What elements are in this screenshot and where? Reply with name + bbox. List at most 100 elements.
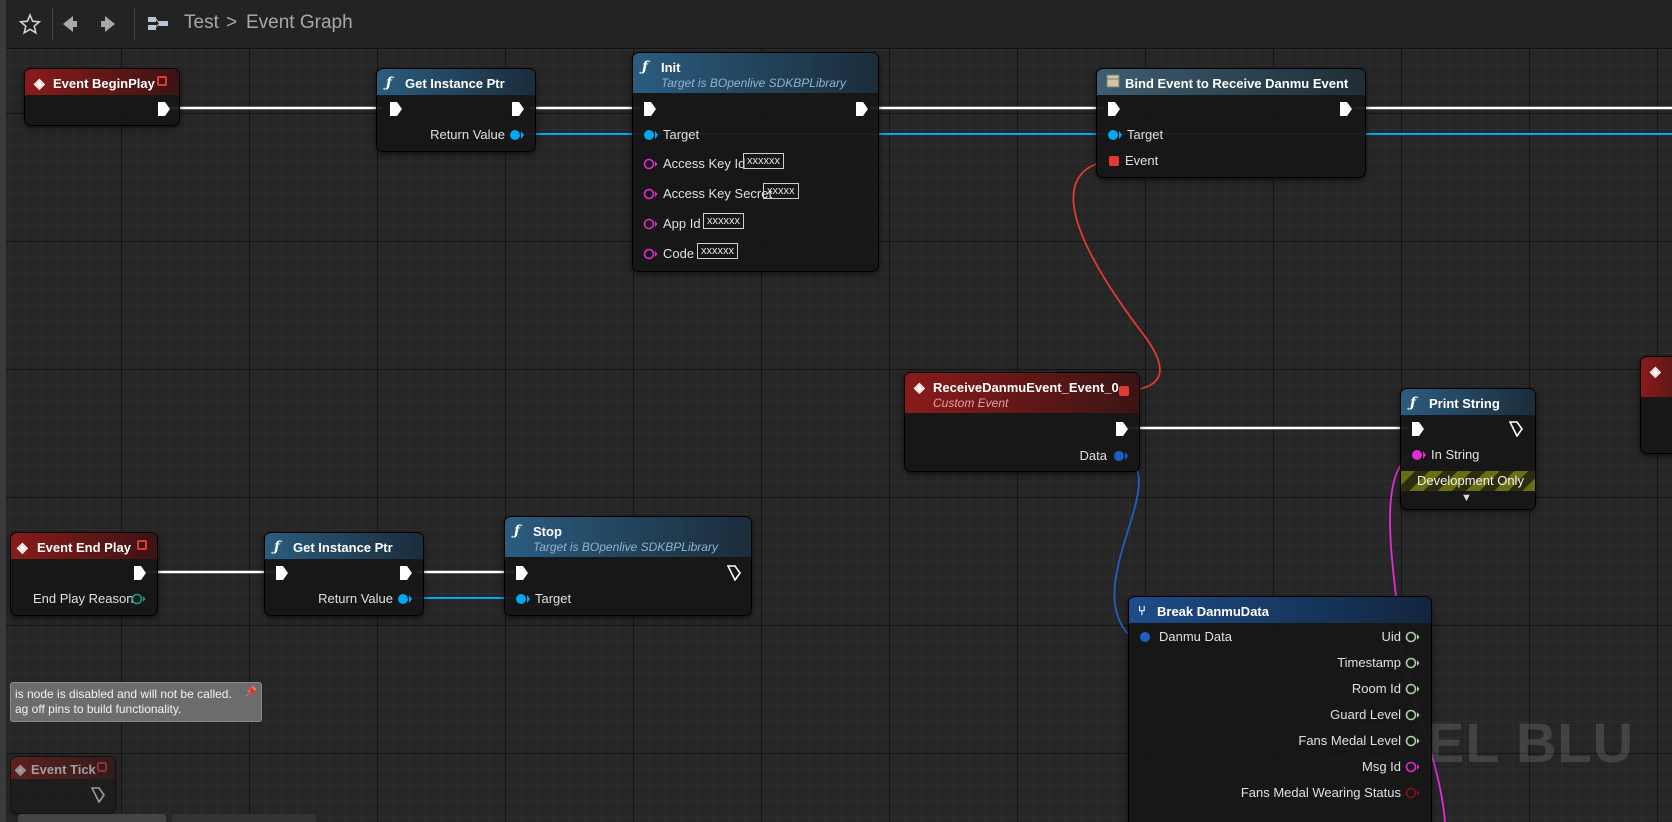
node-init[interactable]: ƒ Init Target is BOpenlive SDKBPLibrary … — [632, 52, 879, 272]
target-in-pin[interactable] — [515, 592, 531, 606]
target-in-pin[interactable] — [643, 128, 659, 142]
object-out-pin[interactable] — [509, 128, 525, 142]
exec-in-pin[interactable] — [389, 101, 403, 117]
exec-out-pin[interactable] — [727, 565, 741, 581]
exec-in-pin[interactable] — [515, 565, 529, 581]
node-event-beginplay[interactable]: ◈ Event BeginPlay — [24, 68, 180, 126]
node-header: ◈ ReceiveDanmuEvent_Event_0 Custom Event — [905, 373, 1139, 413]
node-get-instance-ptr-2[interactable]: ƒ Get Instance Ptr Return Value — [264, 532, 424, 616]
pin-label: Return Value — [430, 127, 505, 142]
access-key-secret-field[interactable]: xxxxx — [763, 183, 799, 199]
left-panel-edge[interactable] — [0, 0, 6, 822]
exec-out-pin[interactable] — [1509, 421, 1523, 437]
node-header: ⑂ Break DanmuData — [1129, 597, 1431, 623]
node-stop[interactable]: ƒ Stop Target is BOpenlive SDKBPLibrary … — [504, 516, 752, 616]
toolbar-separator — [134, 8, 135, 40]
object-out-pin[interactable] — [397, 592, 413, 606]
break-struct-icon: ⑂ — [1138, 603, 1146, 618]
app-id-field[interactable]: xxxxxx — [703, 213, 744, 229]
node-title: Event End Play — [37, 540, 131, 555]
node-subtitle: Target is BOpenlive SDKBPLibrary — [661, 76, 846, 90]
string-in-pin[interactable] — [643, 247, 659, 261]
pin-label-end-play-reason: End Play Reason — [33, 591, 134, 606]
int64-out-pin[interactable] — [1405, 708, 1421, 722]
node-title: Get Instance Ptr — [293, 540, 393, 555]
pin-label-access-key-id: Access Key Id — [663, 156, 746, 171]
target-in-pin[interactable] — [1107, 128, 1123, 142]
node-title: ReceiveDanmuEvent_Event_0 — [933, 380, 1119, 395]
exec-out-pin[interactable] — [399, 565, 413, 581]
event-delegate-pin[interactable] — [1109, 156, 1119, 166]
node-header: ƒ Get Instance Ptr — [377, 69, 535, 95]
enum-out-pin[interactable] — [131, 592, 147, 606]
int64-out-pin[interactable] — [1405, 656, 1421, 670]
exec-out-pin[interactable] — [157, 101, 171, 117]
node-title: Print String — [1429, 396, 1500, 411]
node-event-tick[interactable]: ◈ Event Tick — [10, 756, 116, 814]
exec-out-pin[interactable] — [91, 787, 105, 803]
star-icon[interactable] — [16, 10, 44, 38]
breadcrumb-root[interactable]: Test — [184, 12, 219, 34]
bottom-tab-1[interactable] — [18, 814, 166, 822]
pin-comment-icon[interactable]: 📌 — [245, 685, 257, 700]
exec-out-pin[interactable] — [133, 565, 147, 581]
exec-in-pin[interactable] — [275, 565, 289, 581]
exec-out-pin[interactable] — [855, 101, 869, 117]
node-break-danmu-data[interactable]: ⑂ Break DanmuData Danmu Data Uid Timesta… — [1128, 596, 1432, 822]
exec-out-pin[interactable] — [1339, 101, 1353, 117]
node-subtitle: Custom Event — [933, 396, 1009, 410]
node-event-end-play[interactable]: ◈ Event End Play End Play Reason — [10, 532, 158, 616]
node-bind-event[interactable]: Bind Event to Receive Danmu Event Target… — [1096, 68, 1366, 178]
pin-label-danmu-data: Danmu Data — [1159, 629, 1232, 644]
delegate-square-icon[interactable] — [97, 762, 107, 772]
pin-label: Return Value — [318, 591, 393, 606]
toolbar-separator — [52, 8, 53, 40]
forward-arrow-icon[interactable] — [94, 10, 122, 38]
delegate-square-icon[interactable] — [137, 540, 147, 550]
bottom-tab-2[interactable] — [172, 814, 316, 822]
string-in-pin[interactable] — [643, 187, 659, 201]
comment-line-1: is node is disabled and will not be call… — [15, 687, 232, 701]
string-in-pin[interactable] — [643, 217, 659, 231]
exec-out-pin[interactable] — [1115, 421, 1129, 437]
struct-in-pin[interactable] — [1139, 630, 1155, 644]
blueprint-graph-icon[interactable] — [144, 10, 172, 38]
exec-in-pin[interactable] — [643, 101, 657, 117]
string-in-pin[interactable] — [643, 157, 659, 171]
string-in-pin[interactable] — [1411, 448, 1427, 462]
int64-out-pin[interactable] — [1405, 682, 1421, 696]
pin-label-target: Target — [663, 127, 700, 142]
expand-arrow-icon[interactable]: ▼ — [1461, 492, 1472, 504]
delegate-square-icon[interactable] — [157, 76, 167, 86]
exec-in-pin[interactable] — [1411, 421, 1425, 437]
pin-label-room-id: Room Id — [1351, 681, 1401, 696]
node-partial-event[interactable]: ◈ — [1640, 356, 1672, 454]
back-arrow-icon[interactable] — [56, 10, 84, 38]
node-print-string[interactable]: ƒ Print String In String Development Onl… — [1400, 388, 1536, 510]
exec-in-pin[interactable] — [1107, 101, 1121, 117]
node-header: Bind Event to Receive Danmu Event — [1097, 69, 1365, 95]
node-header: ◈ — [1641, 357, 1672, 397]
node-get-instance-ptr[interactable]: ƒ Get Instance Ptr Return Value — [376, 68, 536, 152]
node-receive-danmu-event[interactable]: ◈ ReceiveDanmuEvent_Event_0 Custom Event… — [904, 372, 1140, 472]
code-field[interactable]: xxxxxx — [697, 243, 738, 259]
node-header: ◈ Event BeginPlay — [25, 69, 179, 95]
event-diamond-icon: ◈ — [15, 761, 26, 777]
access-key-id-field[interactable]: xxxxxx — [743, 153, 784, 169]
breadcrumb-current[interactable]: Event Graph — [246, 12, 353, 34]
function-icon: ƒ — [274, 539, 281, 555]
pin-label-target: Target — [1127, 127, 1164, 142]
event-graph-canvas[interactable]: LEVEL BLU ◈ Event BeginPlay ƒ Get Instan… — [0, 0, 1672, 822]
int64-out-pin[interactable] — [1405, 630, 1421, 644]
bool-out-pin[interactable] — [1405, 786, 1421, 800]
node-subtitle: Target is BOpenlive SDKBPLibrary — [533, 540, 718, 554]
function-icon: ƒ — [514, 523, 521, 539]
event-diamond-icon: ◈ — [1650, 363, 1661, 379]
int64-out-pin[interactable] — [1405, 734, 1421, 748]
string-out-pin[interactable] — [1405, 760, 1421, 774]
exec-out-pin[interactable] — [511, 101, 525, 117]
delegate-square-icon[interactable] — [1119, 386, 1129, 396]
function-icon: ƒ — [1410, 395, 1417, 411]
node-header: ◈ Event Tick — [11, 757, 115, 779]
struct-out-pin[interactable] — [1113, 449, 1129, 463]
